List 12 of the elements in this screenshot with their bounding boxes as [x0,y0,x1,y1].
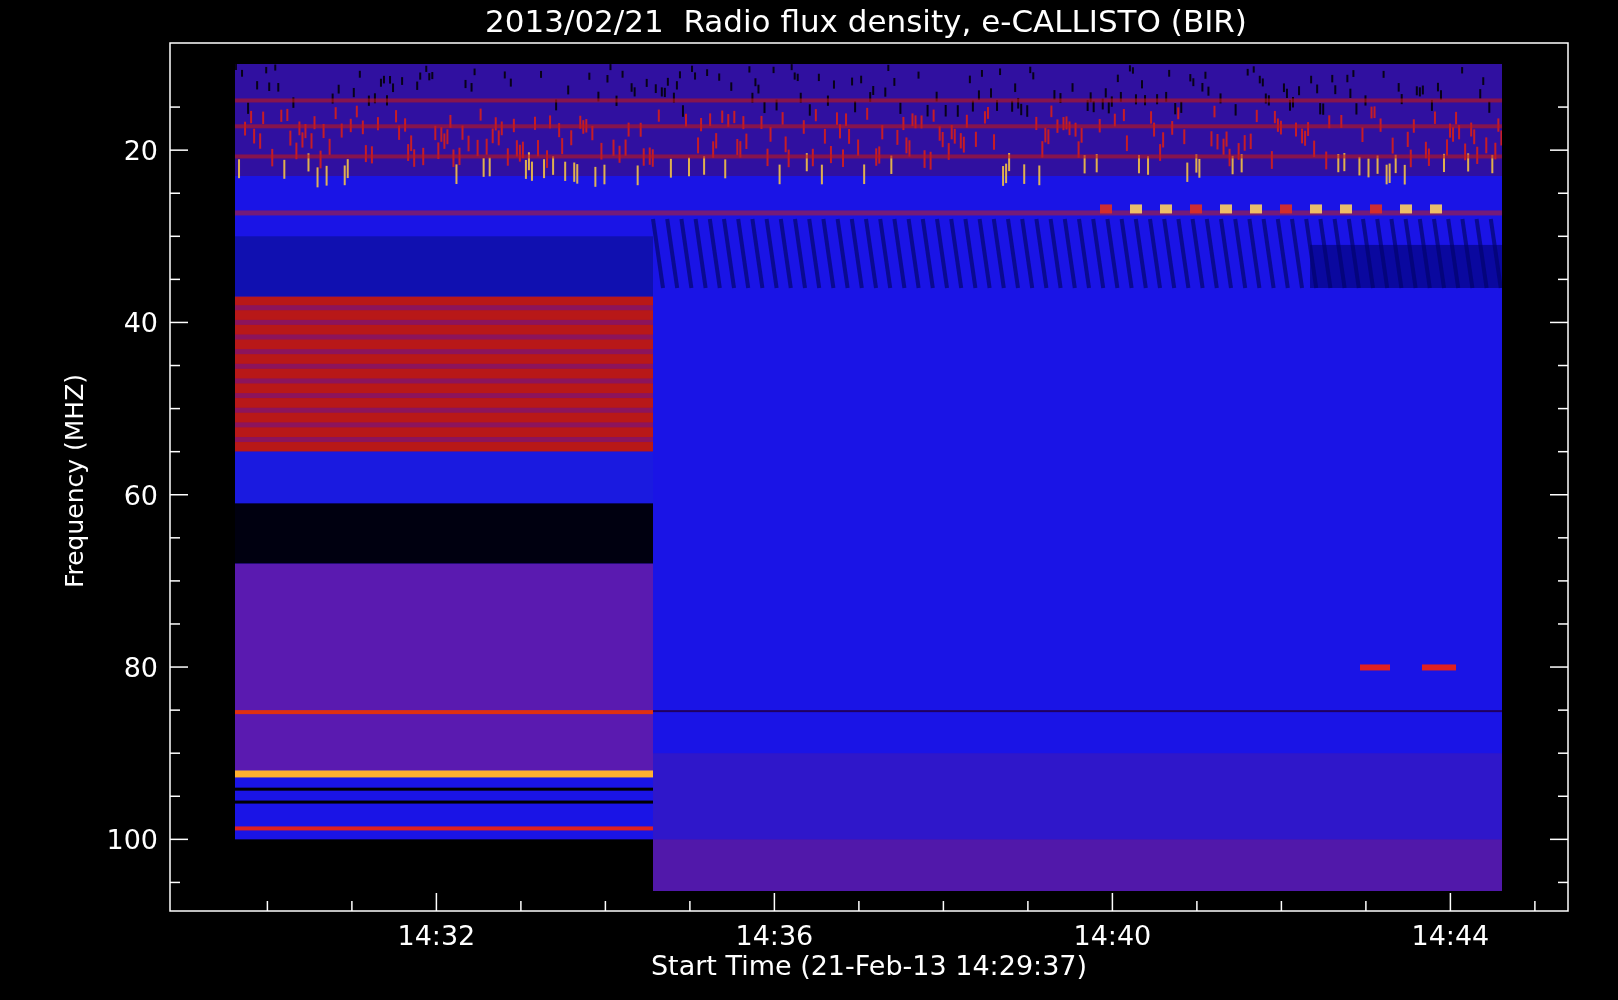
y-tick-label: 60 [123,479,158,511]
chart-title: 2013/02/21 Radio flux density, e-CALLISTO (BIR) [485,3,1247,39]
x-axis-label: Start Time (21-Feb-13 14:29:37) [650,950,1088,981]
x-tick-label: 14:44 [1411,920,1490,951]
x-tick-label: 14:40 [1073,920,1152,951]
y-tick-label: 100 [106,824,158,856]
y-tick-label: 40 [123,307,158,339]
x-tick-label: 14:36 [735,920,814,951]
y-tick-label: 80 [123,652,158,684]
y-tick-label: 20 [123,135,158,167]
y-axis-label: Frequency (MHZ) [60,373,89,589]
x-tick-label: 14:32 [397,920,476,951]
